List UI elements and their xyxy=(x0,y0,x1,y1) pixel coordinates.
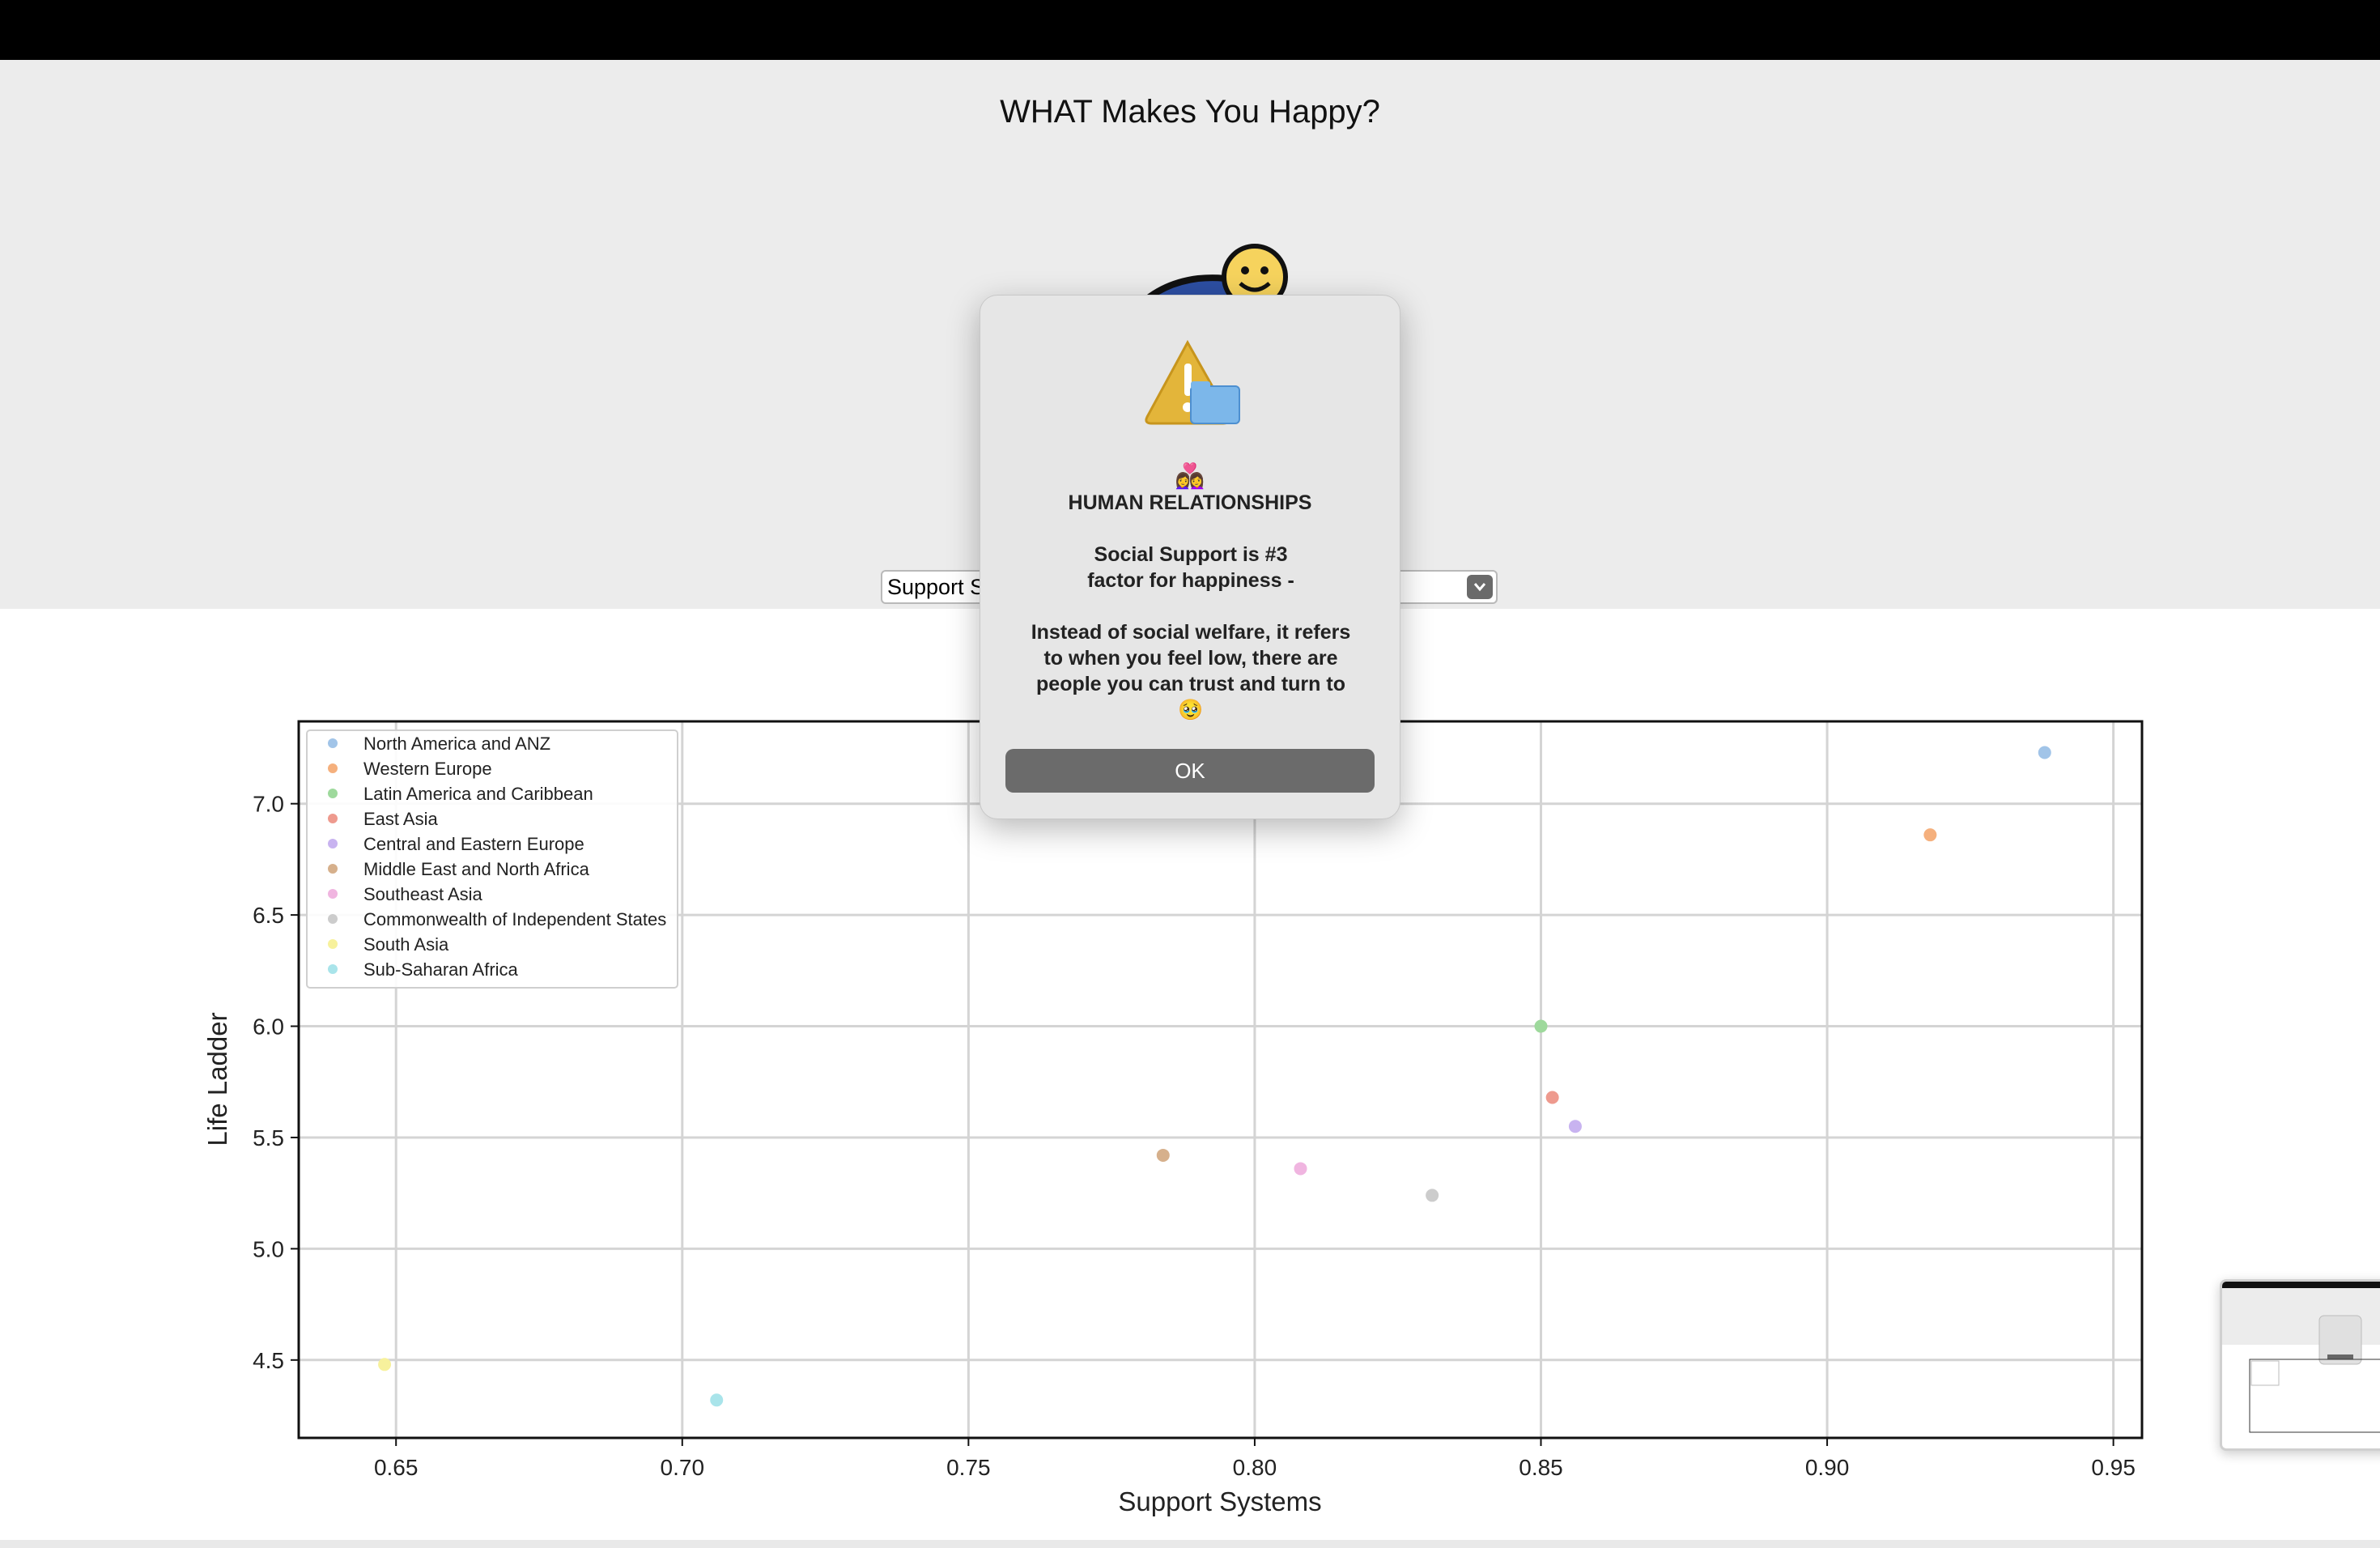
legend-marker xyxy=(328,889,338,899)
legend-marker xyxy=(328,964,338,974)
data-point[interactable] xyxy=(1568,1120,1582,1133)
data-point[interactable] xyxy=(710,1393,724,1407)
legend-label: South Asia xyxy=(363,934,449,955)
ok-button[interactable]: OK xyxy=(1005,749,1375,793)
data-point[interactable] xyxy=(1545,1091,1559,1104)
x-tick-label: 0.95 xyxy=(2091,1455,2136,1480)
dialog-line: to when you feel low, there are xyxy=(1043,647,1338,670)
dialog-line: Instead of social welfare, it refers xyxy=(1031,621,1351,644)
legend-marker xyxy=(328,814,338,823)
factor-select-value: Support S xyxy=(887,575,985,599)
legend-marker xyxy=(328,789,338,798)
top-bar xyxy=(0,0,2380,60)
x-tick-label: 0.70 xyxy=(661,1455,705,1480)
legend-marker xyxy=(328,738,338,748)
data-point[interactable] xyxy=(2038,746,2051,759)
dialog-message: Social Support is #3 factor for happines… xyxy=(1005,542,1377,723)
page-title: WHAT Makes You Happy? xyxy=(1000,94,1380,130)
legend-label: North America and ANZ xyxy=(363,734,550,754)
x-tick-label: 0.85 xyxy=(1519,1455,1563,1480)
y-tick-label: 6.0 xyxy=(253,1014,284,1040)
legend-label: Central and Eastern Europe xyxy=(363,834,584,854)
x-axis-label: Support Systems xyxy=(1118,1486,1321,1516)
pleading-emoji: 🥹 xyxy=(1178,699,1204,721)
y-tick-label: 4.5 xyxy=(253,1348,284,1373)
alert-dialog: 👩‍❤️‍👩 HUMAN RELATIONSHIPS Social Suppor… xyxy=(980,295,1400,819)
dialog-line: people you can trust and turn to xyxy=(1036,673,1345,695)
data-point[interactable] xyxy=(1534,1019,1548,1033)
couple-emoji: 👩‍❤️‍👩 xyxy=(1175,463,1205,490)
legend-marker xyxy=(328,939,338,949)
warning-folder-icon xyxy=(1145,339,1240,425)
data-point[interactable] xyxy=(1426,1189,1439,1202)
legend-label: Commonwealth of Independent States xyxy=(363,909,666,929)
legend-label: Latin America and Caribbean xyxy=(363,784,593,804)
legend-label: East Asia xyxy=(363,809,438,829)
data-point[interactable] xyxy=(1294,1162,1307,1176)
data-point[interactable] xyxy=(1923,828,1937,842)
legend: North America and ANZ Western Europe Latin… xyxy=(306,729,678,989)
x-tick-label: 0.90 xyxy=(1805,1455,1850,1480)
x-tick-label: 0.65 xyxy=(374,1455,419,1480)
dialog-heading: HUMAN RELATIONSHIPS xyxy=(1068,491,1312,514)
screenshot-thumbnail[interactable] xyxy=(2220,1279,2380,1451)
legend-label: Southeast Asia xyxy=(363,884,483,904)
y-tick-label: 6.5 xyxy=(253,903,284,928)
legend-marker xyxy=(328,763,338,773)
x-tick-label: 0.80 xyxy=(1233,1455,1277,1480)
legend-marker xyxy=(328,864,338,874)
legend-label: Middle East and North Africa xyxy=(363,859,590,879)
chevron-down-icon xyxy=(1467,575,1493,599)
y-tick-label: 5.0 xyxy=(253,1236,284,1261)
data-point[interactable] xyxy=(1156,1148,1170,1162)
dialog-line: Social Support is #3 xyxy=(1094,543,1288,566)
data-point[interactable] xyxy=(378,1358,392,1372)
legend-marker xyxy=(328,839,338,848)
dialog-line: factor for happiness - xyxy=(1087,569,1294,592)
x-tick-label: 0.75 xyxy=(946,1455,991,1480)
y-tick-label: 5.5 xyxy=(253,1125,284,1150)
legend-label: Sub-Saharan Africa xyxy=(363,959,519,980)
legend-marker xyxy=(328,914,338,924)
bottom-divider xyxy=(0,1540,2380,1548)
y-axis-label: Life Ladder xyxy=(202,1012,232,1146)
y-tick-label: 7.0 xyxy=(253,792,284,817)
legend-label: Western Europe xyxy=(363,759,492,779)
